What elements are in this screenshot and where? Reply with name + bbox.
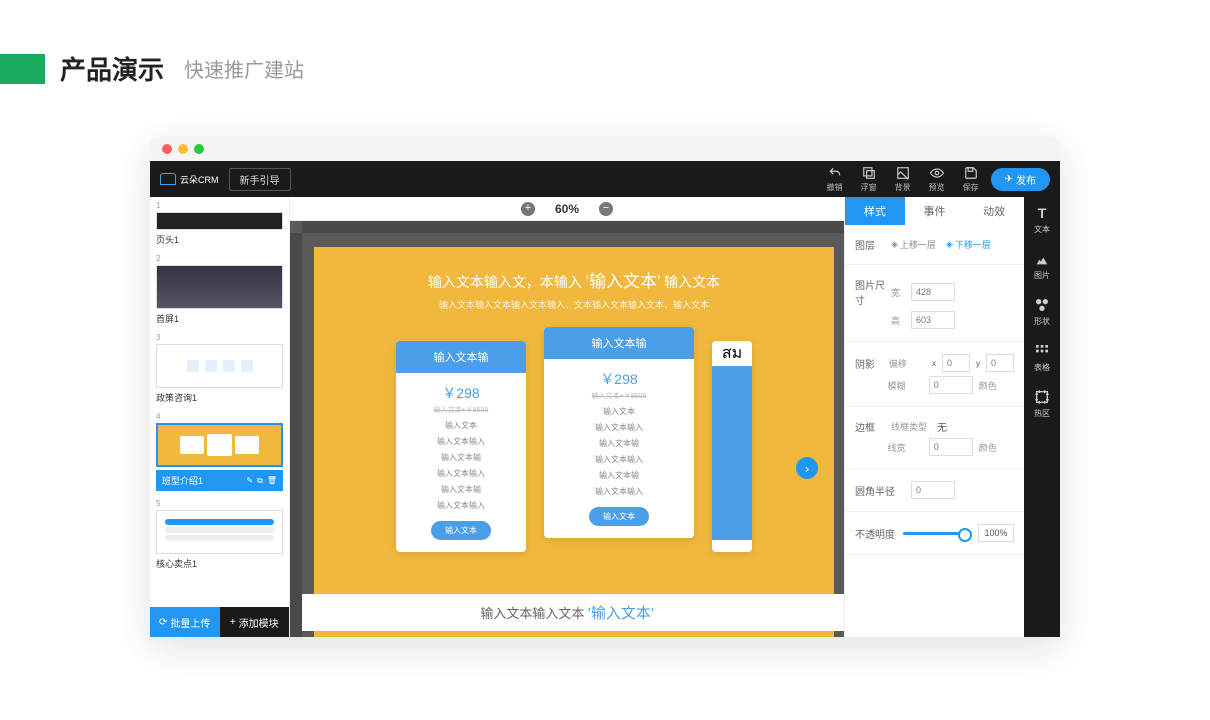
shape-icon	[1034, 297, 1050, 313]
float-icon	[862, 166, 876, 180]
height-input[interactable]	[911, 311, 955, 329]
undo-button[interactable]: 撤销	[827, 166, 843, 193]
hero-title[interactable]: 输入文本输入文，本输入 '输入文本' 输入文本	[354, 267, 794, 292]
eye-icon	[930, 166, 944, 180]
batch-upload-button[interactable]: ⟳批量上传	[150, 607, 220, 637]
price-card-featured[interactable]: 输入文本输 ￥298 输入文本+￥9500 输入文本 输入文本输入 输入文本输 …	[544, 327, 694, 538]
zoom-out-button[interactable]: −	[599, 202, 613, 216]
refresh-icon: ⟳	[159, 617, 167, 628]
save-icon	[964, 166, 978, 180]
layer-down-icon: ◈	[946, 239, 953, 250]
publish-button[interactable]: ✈发布	[991, 168, 1050, 191]
logo-icon	[160, 173, 176, 185]
page-thumb[interactable]	[156, 510, 283, 554]
close-icon[interactable]	[162, 144, 172, 154]
send-icon: ✈	[1005, 174, 1013, 185]
price-card[interactable]: 输入文本输 ￥298 输入文本+￥9500 输入文本 输入文本输入 输入文本输 …	[396, 341, 526, 552]
text-icon: T	[1034, 205, 1050, 221]
page-thumb[interactable]	[156, 212, 283, 230]
bottom-title[interactable]: 输入文本输入文本 '输入文本'	[290, 594, 844, 631]
line-width-input[interactable]	[929, 438, 973, 456]
ruler-vertical	[290, 233, 302, 637]
bg-button[interactable]: 背景	[895, 166, 911, 193]
logo[interactable]: 云朵CRM	[160, 173, 219, 186]
page-item-selected[interactable]: 4 班型介绍1 ✎⧉🗑	[156, 412, 283, 491]
zoom-value: 60%	[555, 202, 579, 216]
page-item[interactable]: 2 首屏1	[156, 254, 283, 325]
opacity-value: 100%	[978, 524, 1014, 542]
card-button[interactable]: 输入文本	[431, 521, 491, 540]
image-tool[interactable]: 图片	[1034, 251, 1050, 281]
page-thumb[interactable]	[156, 423, 283, 467]
accent-bar	[0, 54, 45, 84]
plus-icon: +	[230, 617, 236, 628]
hero-subtitle[interactable]: 输入文本输入文本输入文本输入、文本输入文本输入文本、输入文本	[354, 298, 794, 311]
page-thumb[interactable]	[156, 265, 283, 309]
width-input[interactable]	[911, 283, 955, 301]
next-button[interactable]: ›	[796, 457, 818, 479]
pages-panel: 1 页头1 2 首屏1 3 政策咨询1 4	[150, 197, 290, 637]
hotspot-icon	[1034, 389, 1050, 405]
page-title: 产品演示	[60, 50, 164, 87]
page-subtitle: 快速推广建站	[184, 54, 304, 83]
blur-input[interactable]	[929, 376, 973, 394]
radius-input[interactable]	[911, 481, 955, 499]
titlebar	[150, 137, 1060, 161]
maximize-icon[interactable]	[194, 144, 204, 154]
tab-event[interactable]: 事件	[905, 197, 965, 225]
zoom-in-button[interactable]: +	[521, 202, 535, 216]
preview-button[interactable]: 预览	[929, 166, 945, 193]
page-thumb[interactable]	[156, 344, 283, 388]
save-button[interactable]: 保存	[963, 166, 979, 193]
logo-text: 云朵CRM	[180, 173, 219, 186]
grid-icon	[1034, 343, 1050, 359]
shadow-x-input[interactable]	[942, 354, 970, 372]
shape-tool[interactable]: 形状	[1034, 297, 1050, 327]
layer-up-icon: ◈	[891, 239, 898, 250]
layer-down-button[interactable]: ◈下移一层	[946, 238, 991, 251]
page-item[interactable]: 5 核心卖点1	[156, 499, 283, 570]
card-button[interactable]: 输入文本	[589, 507, 649, 526]
app-window: 云朵CRM 新手引导 撤销 浮窗 背景 预览 保存 ✈发布 1 页头1 2	[150, 137, 1060, 637]
line-type-select[interactable]: 无	[937, 419, 947, 434]
page-item[interactable]: 1 页头1	[156, 201, 283, 246]
ruler-horizontal	[302, 221, 844, 233]
edit-icon[interactable]: ✎	[246, 476, 253, 486]
copy-icon[interactable]: ⧉	[257, 476, 263, 486]
shadow-y-input[interactable]	[986, 354, 1014, 372]
image-icon	[1034, 251, 1050, 267]
page-label-bar: 班型介绍1 ✎⧉🗑	[156, 470, 283, 491]
properties-panel: 样式 事件 动效 图层 ◈上移一层 ◈下移一层 图片尺寸宽 高 阴影偏移xy 模…	[844, 197, 1024, 637]
opacity-slider[interactable]	[903, 532, 972, 535]
tool-rail: T文本 图片 形状 表格 热区	[1024, 197, 1060, 637]
design-page[interactable]: 输入文本输入文，本输入 '输入文本' 输入文本 输入文本输入文本输入文本输入、文…	[314, 247, 834, 637]
zoom-bar: + 60% −	[290, 197, 844, 221]
guide-button[interactable]: 新手引导	[229, 168, 291, 191]
chevron-right-icon: ›	[805, 461, 809, 476]
table-tool[interactable]: 表格	[1034, 343, 1050, 373]
float-button[interactable]: 浮窗	[861, 166, 877, 193]
text-tool[interactable]: T文本	[1034, 205, 1050, 235]
bg-icon	[896, 166, 910, 180]
delete-icon[interactable]: 🗑	[267, 476, 277, 486]
add-module-button[interactable]: +添加模块	[220, 607, 290, 637]
page-item[interactable]: 3 政策咨询1	[156, 333, 283, 404]
layer-up-button[interactable]: ◈上移一层 ◈下移一层	[891, 238, 991, 251]
app-topbar: 云朵CRM 新手引导 撤销 浮窗 背景 预览 保存 ✈发布	[150, 161, 1060, 197]
price-card[interactable]: สม	[712, 341, 752, 552]
tab-style[interactable]: 样式	[845, 197, 905, 225]
hotspot-tool[interactable]: 热区	[1034, 389, 1050, 419]
undo-icon	[828, 166, 842, 180]
minimize-icon[interactable]	[178, 144, 188, 154]
tab-anim[interactable]: 动效	[964, 197, 1024, 225]
canvas[interactable]: + 60% − 输入文本输入文，本输入 '输入文本' 输入文本 输入文本输入文本…	[290, 197, 844, 637]
